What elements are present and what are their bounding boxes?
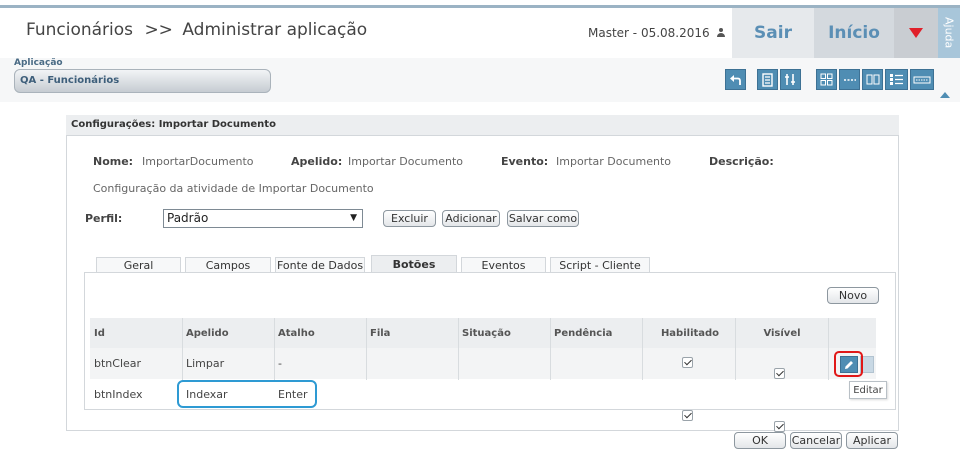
title-app: Funcionários	[26, 20, 134, 40]
title-separator: >>	[144, 20, 173, 40]
user-icon[interactable]	[716, 28, 726, 38]
column-divider	[735, 318, 736, 380]
column-divider	[458, 318, 459, 380]
apelido-value: Importar Documento	[348, 155, 463, 168]
col-atalho: Atalho	[278, 327, 315, 339]
user-info: Master - 05.08.2016	[588, 26, 726, 40]
column-divider	[366, 318, 367, 380]
perfil-select[interactable]: Padrão ▼	[163, 209, 363, 228]
perfil-label: Perfil:	[85, 212, 123, 225]
evento-label: Evento:	[501, 155, 549, 168]
col-id: Id	[94, 327, 105, 339]
edit-tooltip: Editar	[849, 381, 887, 399]
col-visivel: Visível	[763, 327, 801, 339]
cell-atalho: -	[278, 357, 282, 370]
adicionar-button[interactable]: Adicionar	[442, 210, 500, 227]
apply-button[interactable]: Aplicar	[846, 432, 898, 449]
col-pendencia: Pendência	[554, 327, 613, 339]
user-label: Master - 05.08.2016	[588, 26, 710, 40]
habilitado-checkbox[interactable]	[682, 410, 693, 421]
salvar-como-button[interactable]: Salvar como	[507, 210, 579, 227]
highlight-annotation	[177, 380, 317, 408]
column-divider	[182, 318, 183, 380]
col-habilitado: Habilitado	[660, 327, 720, 339]
nome-value: ImportarDocumento	[142, 155, 254, 168]
column-divider	[550, 318, 551, 380]
dashes-icon[interactable]	[839, 69, 860, 90]
descricao-text: Configuração da atividade de Importar Do…	[93, 182, 374, 195]
cell-id: btnClear	[94, 357, 142, 370]
layout-grid-icon[interactable]	[816, 69, 837, 90]
visivel-checkbox[interactable]	[774, 421, 785, 432]
cell-id: btnIndex	[94, 387, 143, 401]
chevron-down-icon: ▼	[350, 213, 357, 223]
perfil-value: Padrão	[167, 211, 209, 225]
column-divider	[642, 318, 643, 380]
home-button[interactable]: Início	[814, 8, 894, 58]
nome-label: Nome:	[93, 155, 134, 168]
cell-apelido: Limpar	[186, 357, 225, 370]
undo-icon[interactable]	[725, 69, 746, 90]
apelido-label: Apelido:	[291, 155, 343, 168]
page-title: Funcionários >> Administrar aplicação	[26, 20, 367, 40]
col-fila: Fila	[370, 327, 391, 339]
tools-icon[interactable]	[780, 69, 801, 90]
copy-icon[interactable]	[862, 69, 883, 90]
tab-eventos[interactable]: Eventos	[461, 257, 546, 273]
triangle-down-icon	[909, 28, 923, 38]
tab-botoes[interactable]: Botões	[371, 255, 457, 273]
novo-button[interactable]: Novo	[827, 287, 879, 304]
col-situacao: Situação	[462, 327, 511, 339]
edit-highlight	[834, 351, 863, 377]
column-divider	[828, 318, 829, 380]
collapse-icon[interactable]	[940, 92, 950, 98]
application-label: Aplicação	[14, 58, 63, 68]
col-apelido: Apelido	[186, 327, 229, 339]
document-icon[interactable]	[757, 69, 778, 90]
menu-dropdown-button[interactable]	[894, 8, 938, 58]
logout-button[interactable]: Sair	[732, 8, 814, 58]
tab-campos[interactable]: Campos	[185, 257, 271, 273]
application-selector[interactable]: QA - Funcionários	[14, 69, 271, 93]
column-divider	[274, 318, 275, 380]
tab-geral[interactable]: Geral	[96, 257, 181, 273]
habilitado-checkbox[interactable]	[682, 357, 693, 368]
excluir-button[interactable]: Excluir	[383, 210, 436, 227]
visivel-checkbox[interactable]	[774, 368, 785, 379]
help-tab[interactable]: Ajuda	[938, 8, 960, 58]
tab-fonte-de-dados[interactable]: Fonte de Dados	[275, 257, 365, 273]
ok-button[interactable]: OK	[734, 432, 786, 449]
bar-icon[interactable]	[910, 69, 934, 90]
tab-script-cliente[interactable]: Script - Cliente	[550, 257, 650, 273]
list-icon[interactable]	[885, 69, 908, 90]
descricao-label: Descrição:	[709, 155, 774, 168]
evento-value: Importar Documento	[556, 155, 671, 168]
cancel-button[interactable]: Cancelar	[790, 432, 842, 449]
title-page: Administrar aplicação	[182, 20, 368, 40]
panel-title: Configurações: Importar Documento	[66, 115, 899, 136]
